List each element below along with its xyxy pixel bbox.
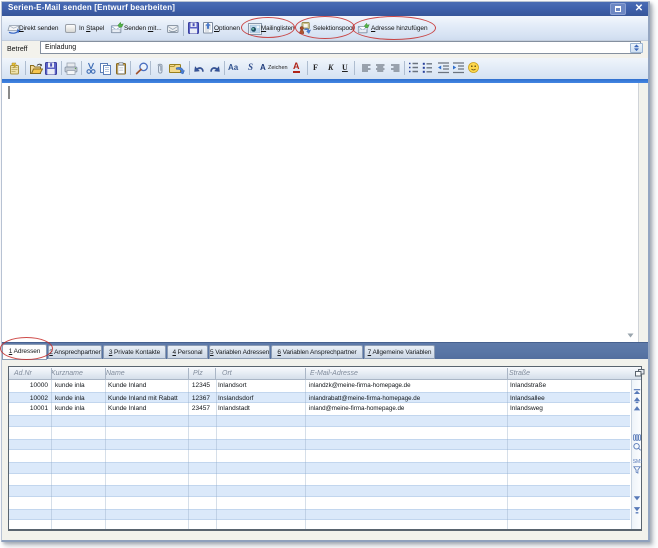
svg-text:SMS: SMS bbox=[633, 459, 642, 465]
